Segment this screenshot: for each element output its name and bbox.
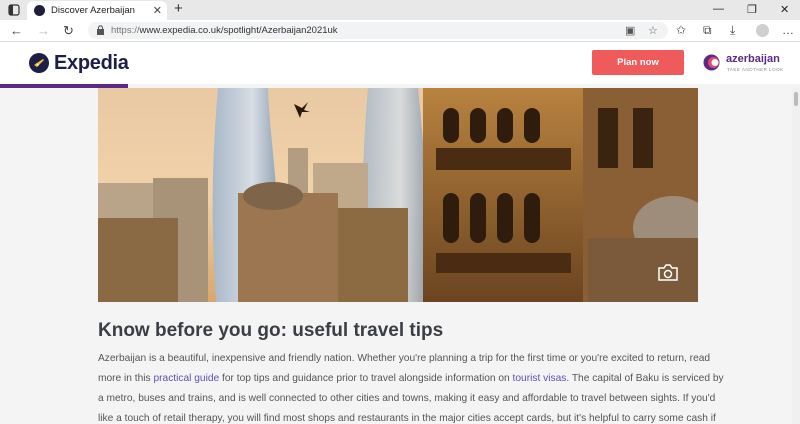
page-scrollbar[interactable] <box>792 88 800 424</box>
tab-actions-icon[interactable] <box>8 4 20 16</box>
azerbaijan-name: azerbaijan <box>726 53 780 65</box>
practical-guide-link[interactable]: practical guide <box>153 373 219 384</box>
camera-icon[interactable] <box>657 264 679 281</box>
url-prefix: https:// <box>111 25 140 36</box>
browser-tab[interactable]: Discover Azerbaijan ✕ <box>27 1 167 20</box>
article-line-2-text-b: for top tips and guidance prior to trave… <box>219 373 513 384</box>
article-line-2: more in this practical guide for top tip… <box>98 373 724 384</box>
maximize-icon[interactable]: ❐ <box>747 3 757 16</box>
back-icon[interactable]: ← <box>10 23 23 38</box>
article-line-1: Azerbaijan is a beautiful, inexpensive a… <box>98 353 711 364</box>
refresh-icon[interactable]: ↻ <box>63 23 74 39</box>
favorite-add-icon[interactable]: ☆ <box>648 24 658 37</box>
browser-toolbar: ← → ↻ https://www.expedia.co.uk/spotligh… <box>0 20 800 42</box>
more-icon[interactable]: … <box>782 23 794 37</box>
lock-icon[interactable] <box>96 25 105 35</box>
tourist-visas-link[interactable]: tourist visas <box>513 373 567 384</box>
url-domain-path: www.expedia.co.uk/spotlight/Azerbaijan20… <box>139 25 338 36</box>
expedia-logo-text[interactable]: Expedia <box>54 52 129 75</box>
plan-now-button[interactable]: Plan now <box>592 50 684 75</box>
browser-tab-bar: Discover Azerbaijan ✕ + — ❐ ✕ <box>0 0 800 20</box>
tab-title: Discover Azerbaijan <box>51 5 135 16</box>
url-text[interactable]: https://www.expedia.co.uk/spotlight/Azer… <box>111 25 338 36</box>
new-tab-icon[interactable]: + <box>174 0 183 17</box>
article-line-3: a metro, buses and trains, and is well c… <box>98 393 716 404</box>
expedia-favicon-icon <box>34 5 45 16</box>
collections-icon[interactable]: ⧉ <box>703 23 712 38</box>
forward-icon[interactable]: → <box>37 23 50 38</box>
downloads-icon[interactable]: ⤓ <box>730 23 735 38</box>
azerbaijan-tagline: TAKE ANOTHER LOOK <box>727 67 784 72</box>
read-aloud-icon[interactable]: ▣ <box>625 24 635 37</box>
expedia-logo-icon[interactable] <box>29 53 49 73</box>
tab-close-icon[interactable]: ✕ <box>153 4 162 17</box>
article-line-2-text-a: more in this <box>98 373 154 384</box>
scrollbar-thumb[interactable] <box>794 92 798 106</box>
article-headline: Know before you go: useful travel tips <box>98 320 444 341</box>
article-line-4: like a touch of retail therapy, you will… <box>98 413 716 424</box>
azerbaijan-mark-icon <box>703 54 720 71</box>
hero-image-baku-old-city <box>98 88 698 302</box>
close-window-icon[interactable]: ✕ <box>780 3 789 16</box>
address-bar[interactable]: https://www.expedia.co.uk/spotlight/Azer… <box>88 22 668 39</box>
site-header: Expedia Plan now azerbaijan TAKE ANOTHER… <box>0 42 800 84</box>
favorites-icon[interactable]: ✩ <box>676 23 686 37</box>
profile-icon[interactable] <box>756 24 769 37</box>
article-line-2-text-c: . The capital of Baku is serviced by <box>566 373 724 384</box>
minimize-icon[interactable]: — <box>713 3 724 15</box>
